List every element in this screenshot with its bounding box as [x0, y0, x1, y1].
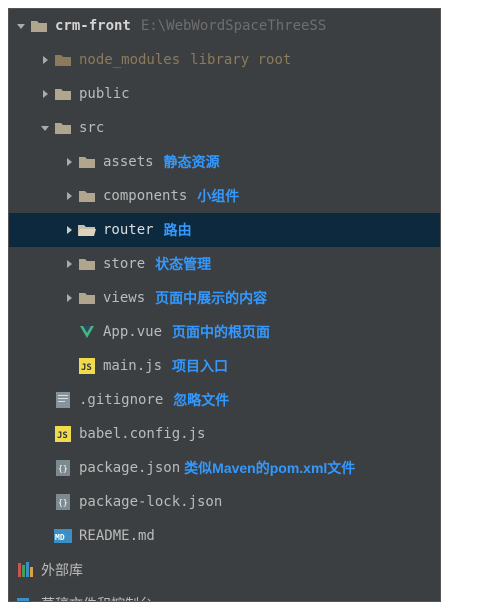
tree-row[interactable]: {} package-lock.json [9, 485, 440, 519]
tree-row[interactable]: {} package.json 类似Maven的pom.xml文件 [9, 451, 440, 485]
annotation: 忽略文件 [173, 390, 229, 410]
scratches-consoles[interactable]: 草稿文件和控制台 [9, 587, 440, 602]
tree-row[interactable]: JS main.js 项目入口 [9, 349, 440, 383]
svg-text:{}: {} [58, 498, 68, 507]
scratches-label: 草稿文件和控制台 [41, 594, 153, 602]
tree-row[interactable]: MD README.md [9, 519, 440, 553]
annotation: 静态资源 [164, 152, 220, 172]
tree-row-selected[interactable]: router 路由 [9, 213, 440, 247]
annotation: 状态管理 [155, 254, 211, 274]
tree-row[interactable]: .gitignore 忽略文件 [9, 383, 440, 417]
project-tree-panel: crm-front E:\WebWordSpaceThreeSS node_mo… [8, 8, 441, 602]
item-name: public [79, 86, 130, 102]
item-name: src [79, 120, 104, 136]
js-file-icon: JS [53, 424, 73, 444]
annotation: 页面中的根页面 [172, 322, 270, 342]
folder-icon [77, 288, 97, 308]
svg-text:JS: JS [81, 363, 92, 373]
chevron-down-icon[interactable] [37, 123, 53, 133]
chevron-right-icon[interactable] [61, 293, 77, 303]
chevron-down-icon[interactable] [13, 21, 29, 31]
svg-text:JS: JS [57, 431, 68, 441]
root-path: E:\WebWordSpaceThreeSS [141, 18, 326, 34]
item-name: main.js [103, 358, 162, 374]
folder-icon [77, 186, 97, 206]
md-file-icon: MD [53, 526, 73, 546]
json-file-icon: {} [53, 492, 73, 512]
tree-row[interactable]: node_modules library root [9, 43, 440, 77]
chevron-right-icon[interactable] [61, 259, 77, 269]
tree-row[interactable]: public [9, 77, 440, 111]
tree-row[interactable]: store 状态管理 [9, 247, 440, 281]
scratch-icon [15, 594, 35, 602]
folder-icon [29, 16, 49, 36]
chevron-right-icon[interactable] [37, 89, 53, 99]
svg-text:{}: {} [58, 464, 68, 473]
folder-icon [53, 50, 73, 70]
item-name: package-lock.json [79, 494, 222, 510]
item-name: assets [103, 154, 154, 170]
tree-row[interactable]: components 小组件 [9, 179, 440, 213]
item-name: store [103, 256, 145, 272]
chevron-right-icon[interactable] [37, 55, 53, 65]
external-lib-label: 外部库 [41, 560, 83, 580]
item-name: components [103, 188, 187, 204]
external-libraries[interactable]: 外部库 [9, 553, 440, 587]
text-file-icon [53, 390, 73, 410]
tree-row[interactable]: App.vue 页面中的根页面 [9, 315, 440, 349]
vue-file-icon [77, 322, 97, 342]
annotation: 小组件 [197, 186, 239, 206]
tree-row[interactable]: assets 静态资源 [9, 145, 440, 179]
annotation: 路由 [164, 220, 192, 240]
item-hint: library root [190, 52, 291, 68]
annotation: 页面中展示的内容 [155, 288, 267, 308]
item-name: package.json [79, 460, 180, 476]
tree-row[interactable]: JS babel.config.js [9, 417, 440, 451]
item-name: node_modules [79, 52, 180, 68]
root-name: crm-front [55, 18, 131, 34]
item-name: App.vue [103, 324, 162, 340]
folder-icon [53, 118, 73, 138]
annotation: 项目入口 [172, 356, 228, 376]
item-name: .gitignore [79, 392, 163, 408]
folder-icon [53, 84, 73, 104]
annotation: 类似Maven的pom.xml文件 [184, 458, 355, 478]
folder-icon [77, 152, 97, 172]
chevron-right-icon[interactable] [61, 157, 77, 167]
chevron-right-icon[interactable] [61, 225, 77, 235]
library-icon [15, 560, 35, 580]
tree-row[interactable]: views 页面中展示的内容 [9, 281, 440, 315]
item-name: views [103, 290, 145, 306]
js-file-icon: JS [77, 356, 97, 376]
tree-row-root[interactable]: crm-front E:\WebWordSpaceThreeSS [9, 9, 440, 43]
json-file-icon: {} [53, 458, 73, 478]
tree-row[interactable]: src [9, 111, 440, 145]
folder-open-icon [77, 220, 97, 240]
chevron-right-icon[interactable] [61, 191, 77, 201]
item-name: README.md [79, 528, 155, 544]
item-name: router [103, 222, 154, 238]
item-name: babel.config.js [79, 426, 205, 442]
svg-text:MD: MD [55, 533, 65, 542]
folder-icon [77, 254, 97, 274]
